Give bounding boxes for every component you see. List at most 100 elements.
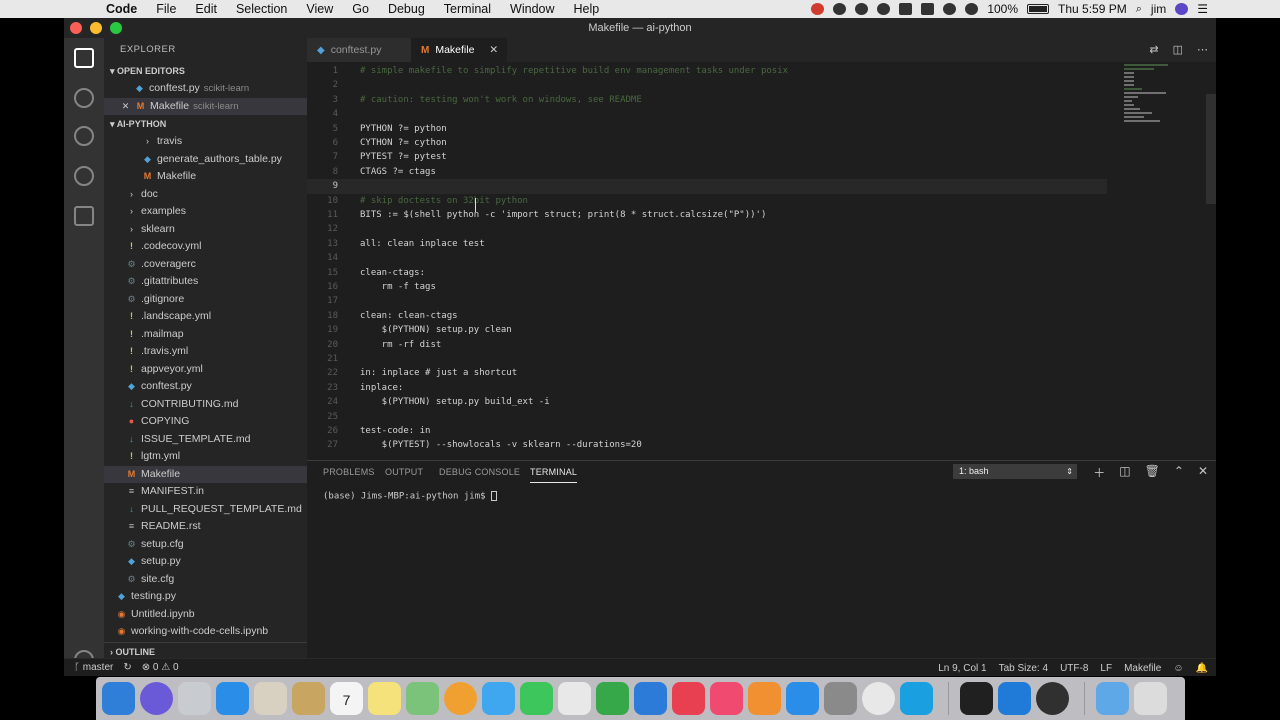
folder-item[interactable]: › examples <box>104 203 307 221</box>
calendar-icon[interactable]: 7 <box>330 682 363 715</box>
minimize-window-button[interactable] <box>90 22 102 34</box>
file-item[interactable]: ↓ ISSUE_TEMPLATE.md <box>104 431 307 449</box>
code-line[interactable]: 3 # caution: testing won't work on window… <box>307 93 1107 107</box>
code-line[interactable]: 24 $(PYTHON) setup.py build_ext -i <box>307 395 1107 409</box>
notes-icon[interactable] <box>368 682 401 715</box>
photos-icon[interactable] <box>444 682 477 715</box>
clock[interactable]: Thu 5:59 PM <box>1058 2 1127 16</box>
books-icon[interactable] <box>748 682 781 715</box>
app-menu[interactable]: Code <box>106 2 137 16</box>
obs-icon[interactable] <box>1036 682 1069 715</box>
file-item[interactable]: M Makefile <box>104 465 307 483</box>
sketchbook-icon[interactable] <box>558 682 591 715</box>
downloads-folder-icon[interactable] <box>1096 682 1129 715</box>
file-item[interactable]: ↓ PULL_REQUEST_TEMPLATE.md <box>104 501 307 519</box>
file-item[interactable]: ! lgtm.yml <box>104 448 307 466</box>
folder-item[interactable]: › travis <box>104 133 307 151</box>
folder-section[interactable]: ▾ AI-PYTHON <box>104 115 307 133</box>
code-line[interactable]: 18 clean: clean-ctags <box>307 309 1107 323</box>
terminal-prompt[interactable]: (base) Jims-MBP:ai-python jim$ <box>323 491 497 502</box>
code-line[interactable]: 6 CYTHON ?= cython <box>307 136 1107 150</box>
sync-icon[interactable] <box>833 3 847 15</box>
code-line[interactable]: 4 <box>307 107 1107 121</box>
code-line[interactable]: 23 inplace: <box>307 381 1107 395</box>
menu-edit[interactable]: Edit <box>195 2 217 16</box>
skype-icon[interactable] <box>900 682 933 715</box>
branch-indicator[interactable]: ᚴ master <box>74 662 113 673</box>
file-item[interactable]: ⚙ .gitignore <box>104 291 307 309</box>
menu-selection[interactable]: Selection <box>236 2 287 16</box>
language-mode[interactable]: Makefile <box>1124 663 1161 674</box>
file-item[interactable]: ⚙ .gitattributes <box>104 273 307 291</box>
dropbox-icon[interactable] <box>855 3 869 15</box>
code-line[interactable]: 14 <box>307 251 1107 265</box>
siri-icon[interactable] <box>140 682 173 715</box>
file-item[interactable]: ◉ Untitled.ipynb <box>104 606 307 624</box>
code-line[interactable]: 15 clean-ctags: <box>307 266 1107 280</box>
terminal-icon[interactable] <box>960 682 993 715</box>
kill-terminal-icon[interactable]: 🗑 <box>1145 464 1160 481</box>
minimap[interactable] <box>1124 62 1172 162</box>
zoom-window-button[interactable] <box>110 22 122 34</box>
file-item[interactable]: ↓ CONTRIBUTING.md <box>104 396 307 414</box>
bluetooth-icon[interactable] <box>965 3 979 15</box>
file-item[interactable]: ! .mailmap <box>104 326 307 344</box>
menu-help[interactable]: Help <box>574 2 600 16</box>
maximize-panel-icon[interactable]: ⌃ <box>1174 464 1184 481</box>
notifications-icon[interactable]: 🔔 <box>1196 663 1208 674</box>
menu-terminal[interactable]: Terminal <box>444 2 491 16</box>
code-line[interactable]: 25 <box>307 410 1107 424</box>
preview-icon[interactable] <box>254 682 287 715</box>
explorer-icon[interactable] <box>74 48 94 68</box>
trash-icon[interactable] <box>1134 682 1167 715</box>
cursor-position[interactable]: Ln 9, Col 1 <box>938 663 986 674</box>
keynote-icon[interactable] <box>634 682 667 715</box>
file-item[interactable]: ! appveyor.yml <box>104 361 307 379</box>
vscode-icon[interactable] <box>998 682 1031 715</box>
app-store-icon[interactable] <box>786 682 819 715</box>
code-line[interactable]: 27 $(PYTEST) --showlocals -v sklearn --d… <box>307 438 1107 452</box>
code-line[interactable]: 19 $(PYTHON) setup.py clean <box>307 323 1107 337</box>
safari-icon[interactable] <box>216 682 249 715</box>
open-editor-item-active[interactable]: ✕ M Makefile scikit-learn <box>104 97 307 116</box>
code-line[interactable]: 26 test-code: in <box>307 424 1107 438</box>
tab-output[interactable]: OUTPUT <box>385 461 423 483</box>
file-item[interactable]: ⚙ .coveragerc <box>104 256 307 274</box>
terminal-selector[interactable]: 1: bash ⇕ <box>953 464 1077 479</box>
code-line[interactable]: 12 <box>307 222 1107 236</box>
folder-item[interactable]: › sklearn <box>104 221 307 239</box>
code-line[interactable]: 2 <box>307 78 1107 92</box>
file-item[interactable]: ! .landscape.yml <box>104 308 307 326</box>
file-item[interactable]: ◆ setup.py <box>104 553 307 571</box>
grid-app-icon[interactable] <box>921 3 935 15</box>
sync-status-icon[interactable]: ↻ <box>123 662 131 673</box>
code-line[interactable]: 1 # simple makefile to simplify repetitiv… <box>307 64 1107 78</box>
file-item[interactable]: ◆ testing.py <box>104 588 307 606</box>
menu-window[interactable]: Window <box>510 2 554 16</box>
file-item[interactable]: ≡ README.rst <box>104 518 307 536</box>
bold-app-icon[interactable] <box>899 3 913 15</box>
code-line[interactable]: 20 rm -rf dist <box>307 338 1107 352</box>
code-line[interactable]: 13 all: clean inplace test <box>307 237 1107 251</box>
file-item[interactable]: ◆ conftest.py <box>104 378 307 396</box>
file-item[interactable]: ◆ generate_authors_table.py <box>104 151 307 169</box>
debug-icon[interactable] <box>74 166 94 186</box>
file-item[interactable]: ≡ MANIFEST.in <box>104 483 307 501</box>
finder-icon[interactable] <box>102 682 135 715</box>
code-line[interactable]: 10 # skip doctests on 32bit python <box>307 194 1107 208</box>
source-control-icon[interactable] <box>74 126 94 146</box>
code-line[interactable]: 7 PYTEST ?= pytest <box>307 150 1107 164</box>
encoding[interactable]: UTF-8 <box>1060 663 1088 674</box>
folder-icon[interactable] <box>292 682 325 715</box>
chrome-icon[interactable] <box>862 682 895 715</box>
tab-debug-console[interactable]: DEBUG CONSOLE <box>439 461 520 483</box>
file-item[interactable]: ! .travis.yml <box>104 343 307 361</box>
code-line[interactable]: 21 <box>307 352 1107 366</box>
system-preferences-icon[interactable] <box>824 682 857 715</box>
more-actions-icon[interactable]: ⋯ <box>1197 43 1208 56</box>
close-editor-icon[interactable]: ✕ <box>120 98 131 116</box>
code-line[interactable]: 22 in: inplace # just a shortcut <box>307 366 1107 380</box>
problems-indicator[interactable]: ⊗ 0 ⚠ 0 <box>142 662 179 673</box>
file-item[interactable]: ◉ working-with-code-cells.ipynb <box>104 623 307 641</box>
numbers-icon[interactable] <box>596 682 629 715</box>
